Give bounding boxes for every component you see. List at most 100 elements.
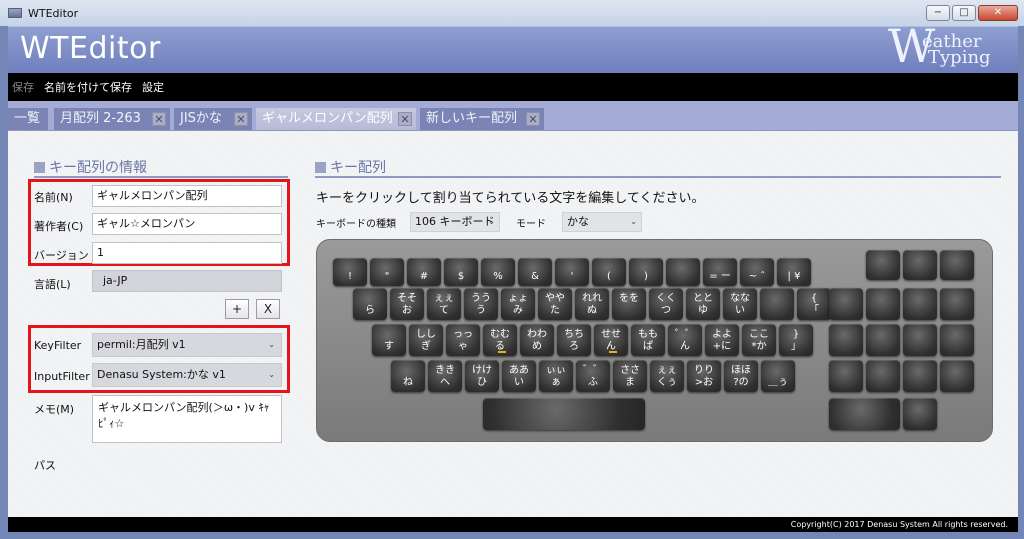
key[interactable] bbox=[866, 324, 900, 356]
key[interactable]: ちちろ bbox=[557, 324, 591, 356]
tab-bar: 一覧 月配列 2-263 ✕ JISかな ✕ ギャルメロンパン配列 ✕ 新しいキー配列… bbox=[8, 101, 1018, 131]
key[interactable] bbox=[829, 324, 863, 356]
memo-field[interactable]: ギャルメロンパン配列(＞ω・)v ｷｬﾋﾟｨ☆ bbox=[92, 395, 282, 443]
key[interactable]: れれぬ bbox=[575, 288, 609, 320]
tab-close-icon[interactable]: ✕ bbox=[526, 112, 540, 126]
key[interactable]: ここ *か bbox=[742, 324, 776, 356]
home-position-marker bbox=[609, 351, 617, 353]
key[interactable] bbox=[940, 288, 974, 320]
key[interactable] bbox=[829, 288, 863, 320]
tab-jis-kana[interactable]: JISかな ✕ bbox=[174, 108, 252, 130]
info-section-header: キー配列の情報 bbox=[34, 157, 147, 177]
add-button[interactable]: + bbox=[225, 299, 249, 319]
copyright-text: Copyright(C) 2017 Denasu System All righ… bbox=[790, 520, 1008, 529]
chevron-down-icon: ⌄ bbox=[268, 370, 275, 379]
key[interactable] bbox=[903, 360, 937, 392]
key[interactable]: & bbox=[518, 258, 552, 286]
key[interactable]: ししぎ bbox=[409, 324, 443, 356]
key[interactable] bbox=[903, 250, 937, 280]
key[interactable]: くくつ bbox=[649, 288, 683, 320]
tab-close-icon[interactable]: ✕ bbox=[398, 112, 412, 126]
key[interactable]: ややた bbox=[538, 288, 572, 320]
key[interactable]: % bbox=[481, 258, 515, 286]
key[interactable]: ぃぃぁ bbox=[539, 360, 573, 392]
close-button[interactable]: ✕ bbox=[978, 5, 1018, 21]
key[interactable]: {「 bbox=[797, 288, 831, 320]
key[interactable]: をを bbox=[612, 288, 646, 320]
key[interactable] bbox=[940, 360, 974, 392]
key[interactable]: | ¥ bbox=[777, 258, 811, 286]
key[interactable]: ' bbox=[555, 258, 589, 286]
key[interactable] bbox=[903, 324, 937, 356]
language-field[interactable]: ja-JP bbox=[92, 270, 282, 292]
key[interactable] bbox=[940, 324, 974, 356]
name-field[interactable]: ギャルメロンパン配列 bbox=[92, 185, 282, 207]
key[interactable]: ぇぇ くぅ bbox=[650, 360, 684, 392]
menu-save[interactable]: 保存 bbox=[12, 79, 34, 95]
key[interactable]: " bbox=[370, 258, 404, 286]
mode-select[interactable]: かな ⌄ bbox=[562, 212, 642, 232]
key[interactable] bbox=[903, 398, 937, 430]
key[interactable]: ＿ぅ bbox=[761, 360, 795, 392]
key[interactable]: そそお bbox=[390, 288, 424, 320]
maximize-button[interactable]: □ bbox=[952, 5, 976, 21]
key[interactable]: っっゃ bbox=[446, 324, 480, 356]
tab-new-layout[interactable]: 新しいキー配列 ✕ bbox=[420, 108, 544, 130]
tab-gal-melonpan[interactable]: ギャルメロンパン配列 ✕ bbox=[256, 108, 416, 130]
key[interactable]: わわめ bbox=[520, 324, 554, 356]
key[interactable]: ほほ ?の bbox=[724, 360, 758, 392]
key[interactable]: せせん bbox=[594, 324, 628, 356]
key[interactable]: ) bbox=[629, 258, 663, 286]
tab-close-icon[interactable]: ✕ bbox=[152, 112, 166, 126]
key[interactable] bbox=[829, 398, 900, 430]
main-content: キー配列の情報 名前(N) ギャルメロンパン配列 著作者(C) ギャル☆メロンパ… bbox=[8, 131, 1018, 517]
key[interactable]: = ー bbox=[703, 258, 737, 286]
key[interactable] bbox=[903, 288, 937, 320]
tab-tsuki[interactable]: 月配列 2-263 ✕ bbox=[54, 108, 170, 130]
key[interactable] bbox=[866, 288, 900, 320]
key[interactable]: りり >お bbox=[687, 360, 721, 392]
inputfilter-select[interactable]: Denasu System:かな v1 ⌄ bbox=[92, 363, 282, 387]
key[interactable] bbox=[760, 288, 794, 320]
author-field[interactable]: ギャル☆メロンパン bbox=[92, 213, 282, 235]
key[interactable]: ぇぇて bbox=[427, 288, 461, 320]
key[interactable]: # bbox=[407, 258, 441, 286]
key[interactable]: ね bbox=[391, 360, 425, 392]
tab-close-icon[interactable]: ✕ bbox=[234, 112, 248, 126]
key[interactable]: ょょみ bbox=[501, 288, 535, 320]
key[interactable]: }」 bbox=[779, 324, 813, 356]
remove-button[interactable]: X bbox=[256, 299, 280, 319]
keyfilter-label: KeyFilter bbox=[34, 339, 82, 352]
key[interactable]: ううう bbox=[464, 288, 498, 320]
keyfilter-select[interactable]: permil:月配列 v1 ⌄ bbox=[92, 333, 282, 357]
key[interactable]: ももぱ bbox=[631, 324, 665, 356]
key[interactable] bbox=[666, 258, 700, 286]
menu-settings[interactable]: 設定 bbox=[142, 79, 164, 95]
key[interactable]: ( bbox=[592, 258, 626, 286]
key[interactable]: なない bbox=[723, 288, 757, 320]
tab-list[interactable]: 一覧 bbox=[8, 108, 48, 130]
key[interactable]: す bbox=[372, 324, 406, 356]
key[interactable] bbox=[866, 250, 900, 280]
keyboard-type-select[interactable]: 106 キーボード ⌄ bbox=[410, 212, 500, 232]
key[interactable]: ききへ bbox=[428, 360, 462, 392]
key[interactable] bbox=[940, 250, 974, 280]
menu-save-as[interactable]: 名前を付けて保存 bbox=[44, 79, 132, 95]
keyboard-type-label: キーボードの種類 bbox=[316, 219, 396, 230]
key[interactable]: ささま bbox=[613, 360, 647, 392]
key[interactable]: よよ +に bbox=[705, 324, 739, 356]
key[interactable]: けけひ bbox=[465, 360, 499, 392]
key[interactable]: ああい bbox=[502, 360, 536, 392]
key[interactable]: ととゆ bbox=[686, 288, 720, 320]
key[interactable] bbox=[866, 360, 900, 392]
version-field[interactable]: 1 bbox=[92, 242, 282, 264]
key[interactable]: ~ ˆ bbox=[740, 258, 774, 286]
key[interactable]: むむる bbox=[483, 324, 517, 356]
key[interactable]: $ bbox=[444, 258, 478, 286]
key[interactable] bbox=[829, 360, 863, 392]
key[interactable]: ら bbox=[353, 288, 387, 320]
space-key[interactable] bbox=[483, 398, 645, 430]
key[interactable]: ! bbox=[333, 258, 367, 286]
key[interactable]: ゜゜ん bbox=[668, 324, 702, 356]
key[interactable]: ゛゛ふ bbox=[576, 360, 610, 392]
